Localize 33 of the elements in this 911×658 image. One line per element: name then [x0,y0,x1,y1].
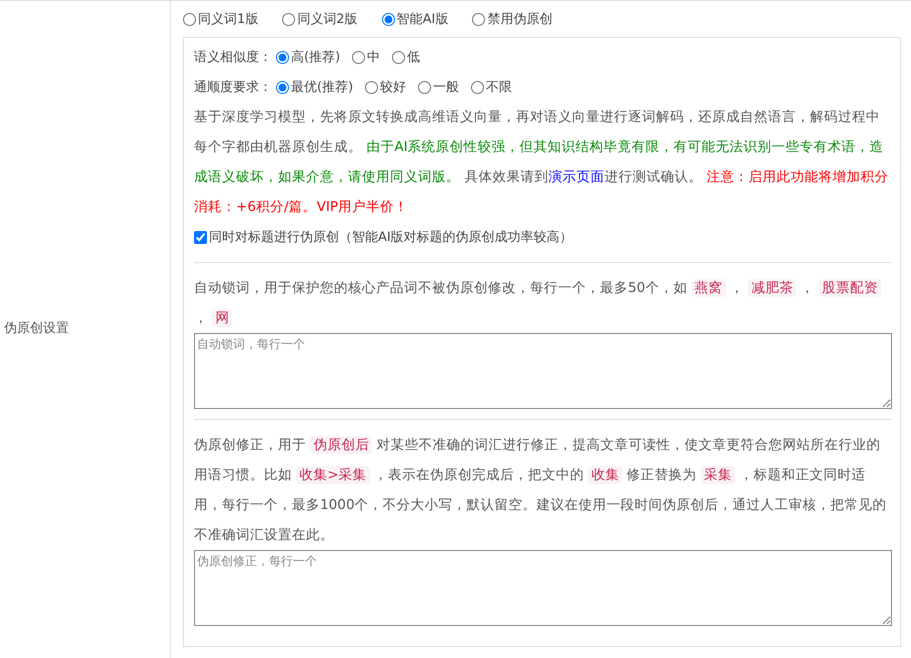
option-label: 一般 [433,79,460,96]
option-label: 智能AI版 [396,11,448,28]
option-label: 低 [407,49,420,66]
radio-button[interactable] [183,12,196,26]
option-label: 不限 [486,79,512,96]
description-text: 基于深度学习模型，先将原文转换成高维语义向量，再对语义向量进行逐词解码，还原成自然语言，解码过程中每个字都由机器原创生成。 由于AI系统原创性较强，但其知识结构毕竟有限，有可能无法识别一些专有术语，造成语义破坏，如果介意，请使用同义词版。 具体效果请到演示页面进行测试确认。 注意：启用此功能将增加积分消耗：+6积分/篇。VIP用户半价！ [194,108,890,217]
option-label: 中 [367,49,380,66]
option-label: 同义词1版 [198,11,258,28]
radio-button[interactable] [472,12,486,26]
radio-button[interactable] [276,50,289,64]
field-label: 语义相似度： [194,49,272,66]
radio-button[interactable] [365,80,378,94]
radio-button[interactable] [471,80,484,94]
section-label: 伪原创设置 [3,320,69,337]
option-label: 同义词2版 [297,11,358,28]
demo-link[interactable]: 演示页面 [548,169,604,185]
radio-button[interactable] [276,80,289,94]
checkbox[interactable] [194,230,207,244]
option-label: 禁用伪原创 [487,11,552,28]
lock-words-text: 自动锁词，用于保护您的核心产品词不被伪原创修改，每行一个，最多50个，如 燕窝 ， 减肥茶 ， 股票配资 ， 网 [194,273,892,333]
option-label: 高(推荐) [291,49,340,66]
radio-button[interactable] [392,50,406,64]
radio-button[interactable] [352,50,366,64]
correction-field[interactable]: 伪原创修正，每行一个 [194,550,892,626]
field-label: 通顺度要求： [194,79,272,96]
radio-button[interactable] [418,80,432,94]
option-label: 最优(推荐) [291,79,354,96]
checkbox-label: 同时对标题进行伪原创（智能AI版对标题的伪原创成功率较高） [209,229,573,246]
lock-words-field[interactable]: 自动锁词，每行一个 [194,333,892,409]
radio-button[interactable] [282,12,296,26]
option-label: 较好 [380,79,406,96]
radio-button[interactable] [382,12,395,26]
correction-text: 伪原创修正，用于 伪原创后 对某些不准确的词汇进行修正，提高文章可读性，使文章更符合您网站所在行业的用语习惯。比如 收集>采集 ，表示在伪原创完成后，把文中的 收集 修正替换为 采集 ，标题和正文同时适用，每行一个，最多1000个，不分大小写，默认留空。建议在使用一段时间伪原创后，通过人工审核，把常见的不准确词汇设置在此。 [194,435,888,545]
